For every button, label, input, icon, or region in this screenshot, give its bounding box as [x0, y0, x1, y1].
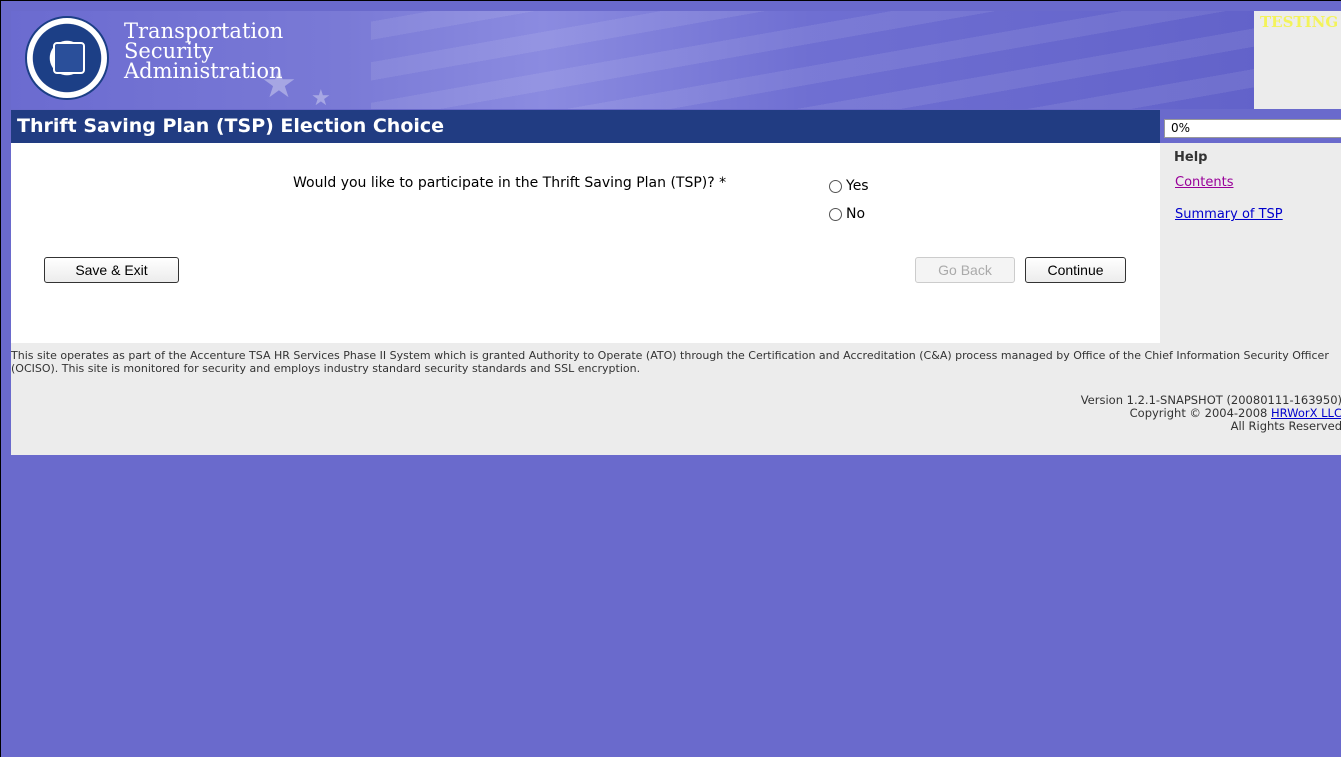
save-exit-button[interactable]: Save & Exit — [44, 257, 179, 283]
agency-name-line: Transportation — [124, 19, 284, 43]
company-link[interactable]: HRWorX LLC — [1271, 406, 1341, 420]
agency-name-line: Security — [124, 39, 214, 63]
radio-label-no: No — [846, 206, 866, 222]
radio-label-yes: Yes — [846, 178, 869, 194]
flag-stripes-decoration — [371, 11, 1271, 109]
version-info: Version 1.2.1-SNAPSHOT (20080111-163950)… — [1081, 394, 1341, 433]
main-content: Would you like to participate in the Thr… — [11, 143, 1160, 343]
radio-button-no[interactable] — [829, 207, 842, 221]
progress-bar: 0% — [1164, 119, 1341, 138]
rights-text: All Rights Reserved — [1230, 419, 1341, 433]
title-bar: Thrift Saving Plan (TSP) Election Choice — [11, 110, 1160, 143]
environment-panel: TESTING — [1254, 11, 1341, 109]
header-banner: ★ ★ Transportation Security Administrati… — [11, 11, 1341, 109]
eagle-shield-icon — [53, 42, 85, 74]
radio-option-yes[interactable]: Yes — [829, 178, 869, 194]
environment-label: TESTING — [1260, 13, 1339, 31]
tsp-question-label: Would you like to participate in the Thr… — [293, 175, 727, 191]
go-back-button[interactable]: Go Back — [915, 257, 1015, 283]
continue-button[interactable]: Continue — [1025, 257, 1126, 283]
help-heading: Help — [1174, 150, 1208, 165]
page-frame: ★ ★ Transportation Security Administrati… — [0, 0, 1341, 757]
help-link-contents[interactable]: Contents — [1175, 175, 1233, 190]
dhs-seal-logo — [25, 16, 109, 100]
copyright-text: Copyright © 2004-2008 — [1129, 406, 1271, 420]
page-title: Thrift Saving Plan (TSP) Election Choice — [17, 115, 445, 137]
agency-name-line: Administration — [124, 59, 283, 83]
radio-button-yes[interactable] — [829, 179, 842, 193]
radio-option-no[interactable]: No — [829, 206, 865, 222]
security-disclaimer: This site operates as part of the Accent… — [11, 349, 1329, 375]
help-link-summary-of-tsp[interactable]: Summary of TSP — [1175, 207, 1283, 222]
help-side-panel — [1160, 143, 1341, 343]
star-decoration: ★ — [311, 86, 331, 109]
progress-label: 0% — [1171, 121, 1191, 135]
agency-name: Transportation Security Administration — [124, 19, 284, 83]
footer: This site operates as part of the Accent… — [11, 343, 1341, 455]
